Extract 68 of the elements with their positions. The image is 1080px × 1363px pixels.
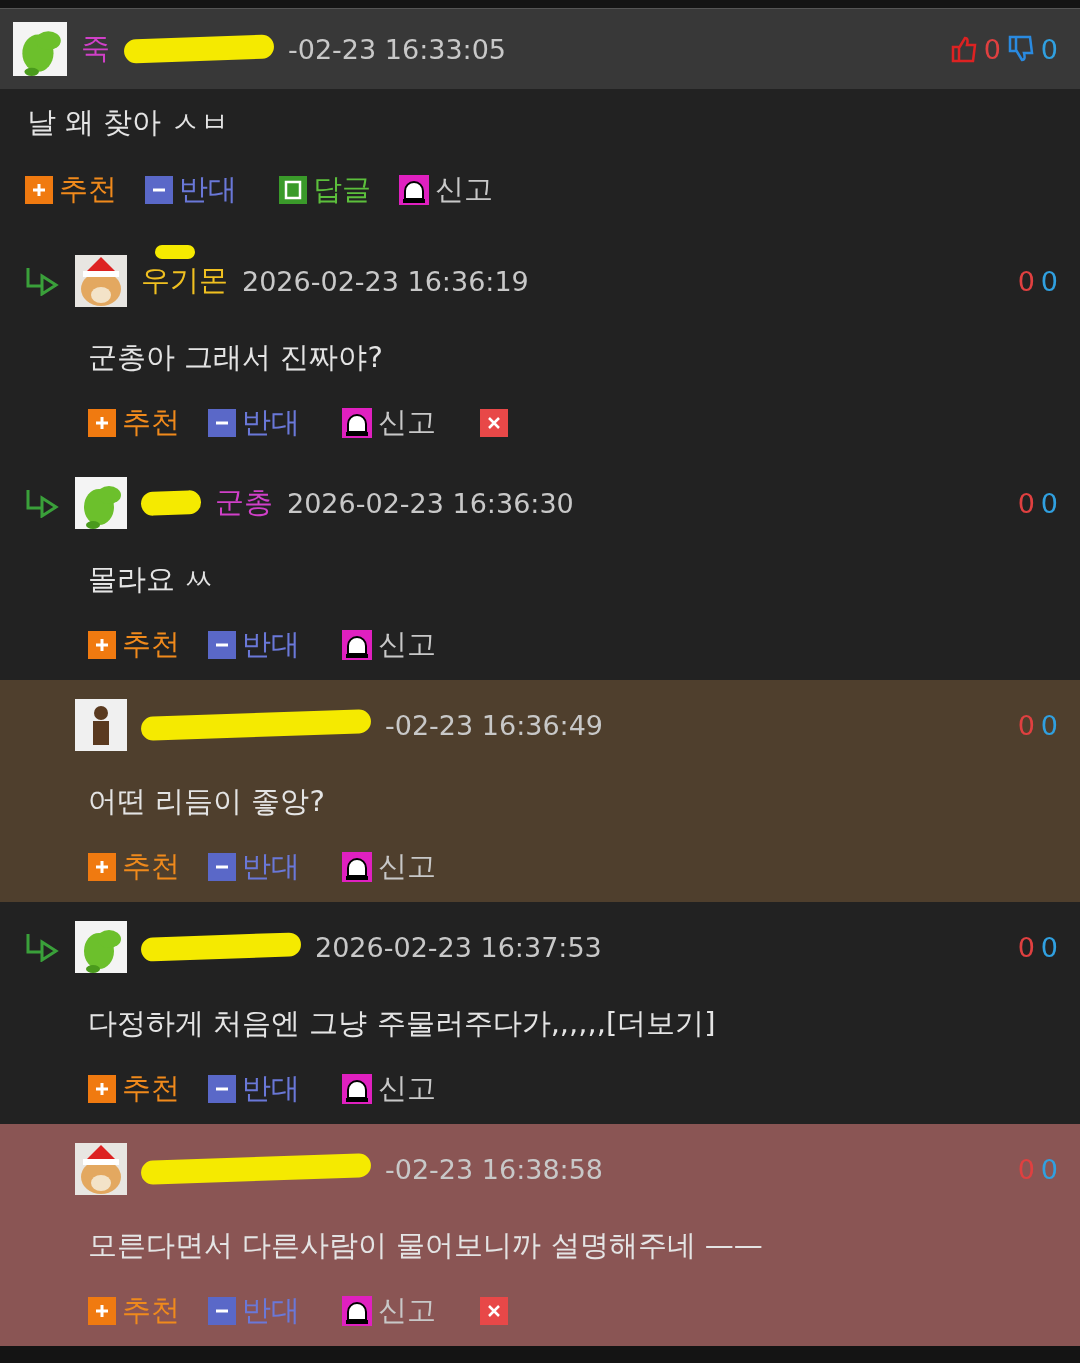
comment-text: 다정하게 처음엔 그냥 주물러주다가,,,,,,[더보기] — [87, 1005, 717, 1042]
minus-icon — [208, 409, 236, 437]
plus-icon — [25, 176, 53, 204]
report-link[interactable]: 신고 — [342, 625, 436, 665]
comment-date: -02-23 16:38:58 — [385, 1153, 604, 1185]
minus-icon — [208, 631, 236, 659]
like-count: 0 — [983, 33, 1001, 65]
username[interactable]: 우기몬 — [141, 261, 228, 301]
plus-icon — [88, 853, 116, 881]
down-link[interactable]: 반대 — [208, 403, 300, 443]
siren-icon — [342, 630, 372, 660]
plus-icon — [88, 1075, 116, 1103]
up-link[interactable]: 추천 — [88, 1069, 180, 1109]
siren-icon — [342, 408, 372, 438]
comment-text: 모른다면서 다른사람이 물어보니까 설명해주네 —— — [87, 1227, 764, 1264]
like-count: 0 — [1017, 265, 1035, 297]
plus-icon — [88, 409, 116, 437]
siren-icon — [342, 1074, 372, 1104]
down-link[interactable]: 반대 — [208, 625, 300, 665]
like-count: 0 — [1017, 487, 1035, 519]
username[interactable]: 군총 — [215, 483, 273, 523]
like-count: 0 — [1017, 709, 1035, 741]
reply-arrow-icon — [25, 932, 59, 962]
dislike-count: 0 — [1040, 487, 1058, 519]
comment-text: 날 왜 찾아 ㅅㅂ — [26, 104, 230, 141]
minus-icon — [208, 1297, 236, 1325]
thumbs-up-icon[interactable] — [949, 35, 978, 63]
down-link[interactable]: 반대 — [145, 170, 237, 210]
thumbs-down-icon[interactable] — [1006, 35, 1035, 63]
report-link[interactable]: 신고 — [399, 170, 493, 210]
report-link[interactable]: 신고 — [342, 1069, 436, 1109]
comment-text: 어떤 리듬이 좋앙? — [87, 783, 326, 820]
comment-date: 2026-02-23 16:36:30 — [287, 487, 574, 519]
up-link[interactable]: 추천 — [25, 170, 117, 210]
reply-link[interactable]: 답글 — [279, 170, 371, 210]
up-link[interactable]: 추천 — [88, 625, 180, 665]
up-link[interactable]: 추천 — [88, 847, 180, 887]
comment-date: -02-23 16:33:05 — [288, 33, 507, 65]
minus-icon — [208, 1075, 236, 1103]
comment-date: 2026-02-23 16:37:53 — [315, 931, 602, 963]
report-link[interactable]: 신고 — [342, 1291, 436, 1331]
down-link[interactable]: 반대 — [208, 1069, 300, 1109]
plus-icon — [88, 631, 116, 659]
reply-arrow-icon — [25, 266, 59, 296]
dislike-count: 0 — [1040, 265, 1058, 297]
comment-text: 몰라요 ㅆ — [87, 561, 215, 598]
dislike-count: 0 — [1040, 931, 1058, 963]
like-count: 0 — [1017, 931, 1035, 963]
minus-icon — [145, 176, 173, 204]
minus-icon — [208, 853, 236, 881]
like-count: 0 — [1017, 1153, 1035, 1185]
dislike-count: 0 — [1040, 709, 1058, 741]
siren-icon — [399, 175, 429, 205]
reply-arrow-icon — [25, 488, 59, 518]
report-link[interactable]: 신고 — [342, 403, 436, 443]
dislike-count: 0 — [1040, 1153, 1058, 1185]
reply-icon — [279, 176, 307, 204]
dislike-count: 0 — [1040, 33, 1058, 65]
comment-text: 군총아 그래서 진짜야? — [87, 339, 384, 376]
comment-date: 2026-02-23 16:36:19 — [242, 265, 529, 297]
delete-icon[interactable] — [480, 409, 508, 437]
up-link[interactable]: 추천 — [88, 403, 180, 443]
plus-icon — [88, 1297, 116, 1325]
siren-icon — [342, 852, 372, 882]
delete-icon[interactable] — [480, 1297, 508, 1325]
comment-date: -02-23 16:36:49 — [385, 709, 604, 741]
siren-icon — [342, 1296, 372, 1326]
report-link[interactable]: 신고 — [342, 847, 436, 887]
